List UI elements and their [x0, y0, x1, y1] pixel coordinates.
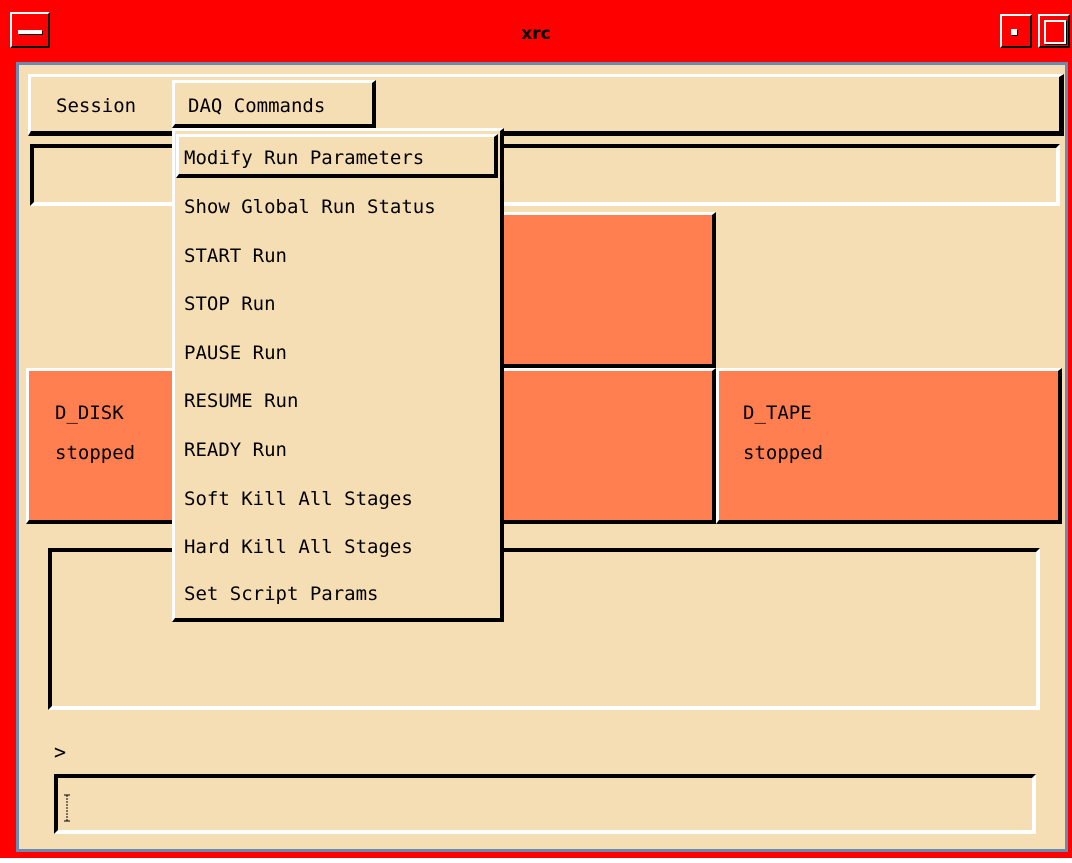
stage-d-tape-name: D_TAPE — [743, 402, 812, 424]
stage-box[interactable] — [470, 212, 716, 368]
maximize-button[interactable] — [1038, 14, 1070, 48]
menu-item-set-script-params[interactable]: Set Script Params — [184, 582, 378, 606]
command-input[interactable] — [54, 774, 1036, 834]
menu-item-soft-kill-all-stages[interactable]: Soft Kill All Stages — [184, 487, 413, 511]
menu-item-start-run[interactable]: START Run — [184, 244, 287, 268]
minimize-icon — [1011, 29, 1017, 35]
menu-item-pause-run[interactable]: PAUSE Run — [184, 341, 287, 365]
maximize-icon — [1044, 20, 1066, 44]
menu-daq-commands-label[interactable]: DAQ Commands — [188, 94, 325, 118]
stage-d-tape-status: stopped — [743, 442, 824, 464]
minimize-button[interactable] — [1000, 14, 1032, 48]
stage-d-disk[interactable]: D_DISK stopped — [26, 368, 176, 524]
menu-session[interactable]: Session — [56, 94, 136, 118]
stage-box[interactable] — [500, 368, 716, 524]
menu-item-show-global-run-status[interactable]: Show Global Run Status — [184, 195, 436, 219]
menu-item-hard-kill-all-stages[interactable]: Hard Kill All Stages — [184, 535, 413, 559]
window-title: xrc — [521, 24, 551, 44]
menu-item-modify-run-parameters[interactable]: Modify Run Parameters — [184, 146, 424, 170]
menu-item-stop-run[interactable]: STOP Run — [184, 292, 276, 316]
stage-d-disk-status: stopped — [55, 442, 136, 464]
stage-d-tape[interactable]: D_TAPE stopped — [716, 368, 1062, 524]
text-cursor-icon — [64, 794, 70, 822]
menu-item-ready-run[interactable]: READY Run — [184, 438, 287, 462]
stage-d-disk-name: D_DISK — [55, 402, 124, 424]
menu-item-resume-run[interactable]: RESUME Run — [184, 389, 298, 413]
command-prompt: > — [54, 740, 67, 764]
